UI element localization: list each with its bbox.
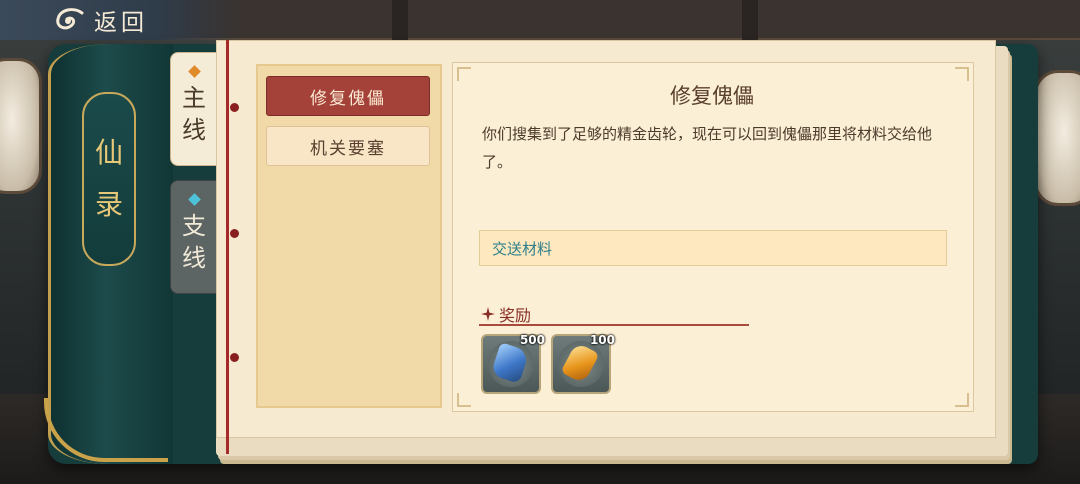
back-label: 返回 — [94, 10, 148, 36]
spine-title-char: 仙 — [94, 136, 123, 169]
reward-count: 500 — [519, 333, 545, 347]
spine-title-char: 录 — [94, 188, 123, 221]
quest-objective[interactable]: 交送材料 — [479, 230, 947, 266]
reward-item-ore[interactable]: 500 — [481, 333, 545, 394]
reward-heading: 奖励 — [481, 302, 531, 326]
reward-divider — [479, 324, 749, 326]
corner-ornament — [457, 67, 471, 81]
spine-title-plate: 仙 录 — [82, 92, 136, 266]
binding-line — [226, 40, 229, 454]
binding-ring — [230, 103, 239, 112]
quest-description: 你们搜集到了足够的精金齿轮，现在可以回到傀儡那里将材料交给他了。 — [482, 125, 933, 171]
binding-ring — [230, 229, 239, 238]
tab-label: 支 线 — [182, 212, 206, 272]
diamond-icon — [187, 193, 201, 206]
binding-ring — [230, 353, 239, 362]
reward-count: 100 — [589, 333, 615, 347]
corner-ornament — [955, 393, 969, 407]
quest-item-repair-puppet[interactable]: 修复傀儡 — [266, 76, 430, 116]
quest-title: 修复傀儡 — [670, 84, 754, 108]
tab-label: 主 线 — [182, 84, 206, 144]
lantern-left — [0, 58, 42, 194]
lantern-right — [1034, 70, 1080, 206]
diamond-icon — [187, 65, 201, 78]
tab-side-quest[interactable]: 支 线 — [170, 180, 218, 294]
sparkle-icon — [481, 307, 495, 321]
tab-main-quest[interactable]: 主 线 — [170, 52, 218, 166]
reward-item-crystal[interactable]: 100 — [551, 333, 615, 394]
reward-heading-label: 奖励 — [499, 306, 532, 325]
quest-item-mechanism-fortress[interactable]: 机关要塞 — [266, 126, 430, 166]
corner-ornament — [955, 67, 969, 81]
objective-label: 交送材料 — [492, 239, 553, 258]
back-button[interactable]: 返回 — [0, 0, 240, 40]
cloud-back-icon — [56, 8, 84, 30]
corner-ornament — [457, 393, 471, 407]
